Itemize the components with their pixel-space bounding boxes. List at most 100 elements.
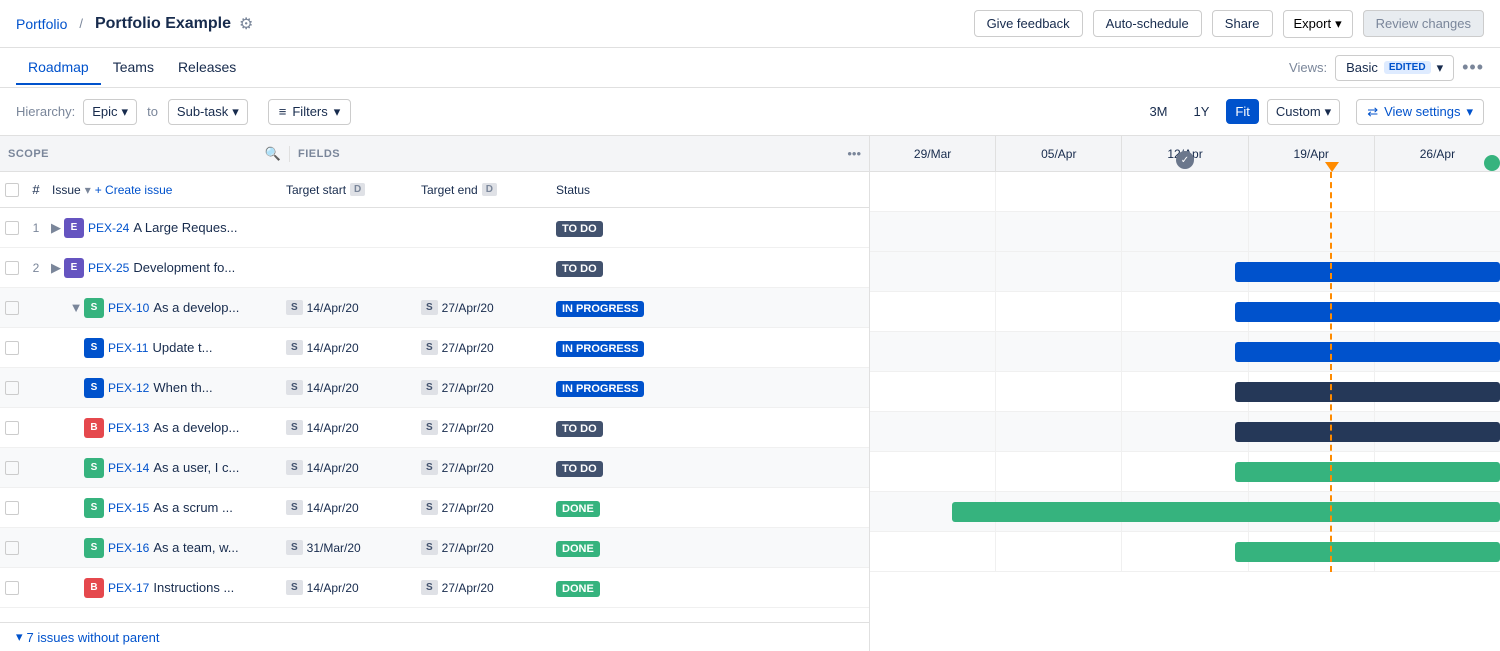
issue-title: As a develop...: [153, 300, 239, 315]
nav-tabs: Roadmap Teams Releases Views: Basic EDIT…: [0, 48, 1500, 88]
bug-icon: B: [84, 418, 104, 438]
row-issue-cell: S PEX-12 When th...: [48, 378, 278, 398]
table-row: ▼ S PEX-10 As a develop... S 14/Apr/20 S…: [0, 288, 869, 328]
time-3m-button[interactable]: 3M: [1140, 99, 1176, 124]
feedback-button[interactable]: Give feedback: [974, 10, 1083, 37]
gantt-row: [870, 172, 1500, 212]
hierarchy-from-dropdown[interactable]: Epic ▾: [83, 99, 137, 125]
filters-button[interactable]: ≡ Filters ▾: [268, 99, 352, 125]
chevron-down-icon: ▾: [1335, 16, 1342, 32]
issue-title: As a user, I c...: [153, 460, 239, 475]
status-badge: DONE: [556, 541, 600, 557]
row-checkbox[interactable]: [0, 581, 24, 595]
row-checkbox[interactable]: [0, 301, 24, 315]
issue-key[interactable]: PEX-11: [108, 341, 148, 355]
row-status: TO DO: [548, 460, 869, 475]
more-options-icon[interactable]: •••: [1462, 57, 1484, 78]
header-target-start: Target start D: [278, 183, 413, 197]
tab-teams[interactable]: Teams: [101, 51, 166, 85]
row-end-date: S 27/Apr/20: [413, 580, 548, 595]
breadcrumb-link[interactable]: Portfolio: [16, 16, 67, 32]
share-button[interactable]: Share: [1212, 10, 1273, 37]
gantt-header-12apr: 12/Apr ✓: [1122, 136, 1248, 171]
issue-key[interactable]: PEX-15: [108, 501, 149, 515]
chevron-down-icon: ▾: [1325, 104, 1332, 120]
row-checkbox[interactable]: [0, 541, 24, 555]
expand-icon[interactable]: ▶: [48, 220, 64, 236]
review-changes-button[interactable]: Review changes: [1363, 10, 1484, 37]
row-issue-cell: ▼ S PEX-10 As a develop...: [48, 298, 278, 318]
toolbar-right: 3M 1Y Fit Custom ▾ ⇄ View settings ▾: [1140, 99, 1484, 125]
issues-without-parent[interactable]: ▾ 7 issues without parent: [0, 622, 869, 651]
settings-icon[interactable]: ⚙: [239, 14, 253, 34]
issue-key[interactable]: PEX-17: [108, 581, 149, 595]
table-body: 1 ▶ E PEX-24 A Large Reques... TO DO 2: [0, 208, 869, 622]
gantt-header-05apr: 05/Apr: [996, 136, 1122, 171]
issue-title: As a develop...: [153, 420, 239, 435]
row-issue-cell: S PEX-15 As a scrum ...: [48, 498, 278, 518]
story-icon: S: [84, 298, 104, 318]
issue-key[interactable]: PEX-14: [108, 461, 149, 475]
issue-key[interactable]: PEX-10: [108, 301, 149, 315]
issue-key[interactable]: PEX-13: [108, 421, 149, 435]
views-section: Views: Basic EDITED ▾ •••: [1289, 55, 1484, 81]
row-issue-cell: S PEX-16 As a team, w...: [48, 538, 278, 558]
select-all-checkbox[interactable]: [5, 183, 19, 197]
header-num: #: [24, 182, 48, 197]
row-checkbox[interactable]: [0, 381, 24, 395]
scope-header: SCOPE 🔍: [0, 146, 290, 162]
gantt-bar-pex14[interactable]: [1235, 422, 1500, 442]
issue-key[interactable]: PEX-12: [108, 381, 149, 395]
gantt-bar-pex13[interactable]: [1235, 382, 1500, 402]
fields-more-icon[interactable]: •••: [847, 146, 861, 161]
gantt-bar-pex10[interactable]: [1235, 262, 1500, 282]
views-dropdown[interactable]: Basic EDITED ▾: [1335, 55, 1454, 81]
expand-icon[interactable]: ▶: [48, 260, 64, 276]
view-settings-button[interactable]: ⇄ View settings ▾: [1356, 99, 1484, 125]
time-fit-button[interactable]: Fit: [1226, 99, 1258, 124]
export-button[interactable]: Export ▾: [1283, 10, 1353, 38]
table-row: B PEX-17 Instructions ... S 14/Apr/20 S …: [0, 568, 869, 608]
row-number: 2: [24, 261, 48, 275]
row-checkbox[interactable]: [0, 501, 24, 515]
custom-dropdown[interactable]: Custom ▾: [1267, 99, 1340, 125]
gantt-row: [870, 372, 1500, 412]
tab-roadmap[interactable]: Roadmap: [16, 51, 101, 85]
gantt-bar-pex15[interactable]: [1235, 462, 1500, 482]
fields-header: FIELDS •••: [290, 146, 869, 161]
gantt-bar-pex16[interactable]: [952, 502, 1500, 522]
gantt-bar-pex11[interactable]: [1235, 302, 1500, 322]
row-checkbox[interactable]: [0, 461, 24, 475]
table-row: 1 ▶ E PEX-24 A Large Reques... TO DO: [0, 208, 869, 248]
issue-key[interactable]: PEX-25: [88, 261, 129, 275]
create-issue-button[interactable]: + Create issue: [95, 183, 173, 197]
milestone-icon: [1484, 155, 1500, 171]
row-status: TO DO: [548, 420, 869, 435]
row-end-date: S 27/Apr/20: [413, 540, 548, 555]
row-checkbox[interactable]: [0, 421, 24, 435]
row-start-date: S 31/Mar/20: [278, 540, 413, 555]
time-1y-button[interactable]: 1Y: [1185, 99, 1219, 124]
row-issue-cell: B PEX-13 As a develop...: [48, 418, 278, 438]
hierarchy-to-dropdown[interactable]: Sub-task ▾: [168, 99, 248, 125]
gantt-bar-pex12[interactable]: [1235, 342, 1500, 362]
expand-icon[interactable]: ▼: [68, 300, 84, 315]
issue-key[interactable]: PEX-24: [88, 221, 129, 235]
story-icon: S: [84, 538, 104, 558]
row-checkbox[interactable]: [0, 341, 24, 355]
today-line: [1330, 172, 1332, 572]
row-start-date: S 14/Apr/20: [278, 300, 413, 315]
tab-releases[interactable]: Releases: [166, 51, 248, 85]
issue-key[interactable]: PEX-16: [108, 541, 149, 555]
chevron-down-icon: ▾: [334, 104, 341, 120]
gantt-row: [870, 332, 1500, 372]
gantt-bar-pex17[interactable]: [1235, 542, 1500, 562]
row-start-date: S 14/Apr/20: [278, 500, 413, 515]
autoschedule-button[interactable]: Auto-schedule: [1093, 10, 1202, 37]
search-icon[interactable]: 🔍: [265, 146, 281, 162]
row-issue-cell: ▶ E PEX-25 Development fo...: [48, 258, 278, 278]
issue-title: When th...: [153, 380, 212, 395]
row-checkbox[interactable]: [0, 221, 24, 235]
row-status: TO DO: [548, 220, 869, 235]
row-checkbox[interactable]: [0, 261, 24, 275]
